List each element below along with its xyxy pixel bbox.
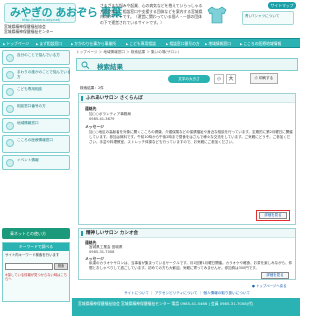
tshirt-info-label: 青いTシャツについて xyxy=(245,14,280,18)
keyword-help-link[interactable]: ※探している情報が見つからない時はこちらへ xyxy=(5,273,69,282)
sidebar: 自分のことで悩んでいる方 まわりの誰かのことで悩んでいる方 こども専用相談 相談… xyxy=(2,50,72,314)
accent-bar xyxy=(81,96,83,101)
result-count: 検索結果：2件 xyxy=(80,86,104,90)
global-nav: トップページ まず相談窓口 かかわり仕事から事業所 こども専用相談 相談窓口番号… xyxy=(0,38,300,48)
footer-links[interactable]: サイトについて ｜ アクセシビリティについて ｜ 個人情報の取り扱いについて xyxy=(78,291,296,296)
nav-item-consult[interactable]: まず相談窓口 xyxy=(36,40,62,47)
site-intro: さまざまな悩みや起業、心の病気などを抱えていらっしゃる方のために、相談窓口や支援… xyxy=(100,3,203,25)
map-icon xyxy=(6,122,14,130)
sidebar-item-label: イベント情報 xyxy=(17,158,39,162)
result-message: 加○○地区の高齢者を対象に開くこころの健康、介護保険などの保健福祉や身近な相談を… xyxy=(89,130,293,144)
usage-guide-banner[interactable]: 青ネットとの使い方 xyxy=(2,228,70,239)
keyword-search-title: キーワードで調べる xyxy=(3,243,69,251)
site-footer: 宮城県精神保健福祉協会 宮城県精神保健福祉センター 電話 0985-41-546… xyxy=(72,298,300,316)
sidebar-item-self[interactable]: 自分のことで悩んでいる方 xyxy=(2,50,70,65)
contact-phone: 0985-41-3679 xyxy=(89,117,115,121)
heart-icon xyxy=(6,139,14,147)
footer-contact: 宮城県精神保健福祉協会 宮城県精神保健福祉センター 電話 0985-41-546… xyxy=(78,301,254,306)
sidebar-item-children[interactable]: こども専用相談 xyxy=(2,84,70,99)
calendar-icon xyxy=(6,159,14,167)
org-names: 宮城県精神保健福祉協会 宮城県精神保健福祉センター xyxy=(4,24,84,34)
logo-url: http://www.a-oxy.net/ xyxy=(22,18,61,22)
page-title-bar: 検索結果 xyxy=(76,58,298,71)
nav-item-children[interactable]: こども専用相談 xyxy=(126,40,156,47)
result-card-header: ふれあいサロン さくらんぼ xyxy=(79,94,295,103)
result-card: 精神しいサロン カシオ会 連絡先 宮城県工業会 宮城県 0985-31-7008… xyxy=(78,228,296,280)
result-name: 精神しいサロン カシオ会 xyxy=(86,231,139,236)
keyword-search-desc: サイト内キーワード検索を行います xyxy=(5,253,60,257)
contact-phone: 0985-31-7008 xyxy=(89,250,115,254)
sidebar-item-number[interactable]: 相談窓口番号の方 xyxy=(2,101,70,116)
search-icon xyxy=(81,61,90,69)
sidebar-item-area[interactable]: 地域情報窓口 xyxy=(2,118,70,133)
sidebar-item-label: 自分のことで悩んでいる方 xyxy=(17,53,60,57)
text-size-label: 文字の大きさ xyxy=(168,75,210,83)
sidebar-item-others[interactable]: まわりの誰かのことで悩んでいる方 xyxy=(2,67,71,82)
org-name-2: 宮城県精神保健福祉センター xyxy=(4,29,54,35)
nav-item-work[interactable]: かかわり仕事から事業所 xyxy=(71,40,116,47)
print-button[interactable]: ⎙ 印刷する xyxy=(250,73,278,84)
sidebar-item-label: 相談窓口番号の方 xyxy=(17,104,46,108)
detail-button[interactable]: 詳細を見る xyxy=(261,272,289,279)
sidebar-item-label: 地域情報窓口 xyxy=(17,121,39,125)
print-label: 印刷する xyxy=(258,76,274,80)
sidebar-item-label: まわりの誰かのことで悩んでいる方 xyxy=(17,70,71,79)
site-header: みやぎの あおぞら 青葉 http://www.a-oxy.net/ 宮城県精神… xyxy=(0,0,300,38)
nav-item-medical[interactable]: こころの医療地域情報 xyxy=(240,40,281,47)
tshirt-info-link[interactable]: 青いTシャツについて xyxy=(242,11,294,25)
page-title: 検索結果 xyxy=(97,63,123,71)
child-icon xyxy=(6,88,14,96)
sitemap-button[interactable]: サイトマップ xyxy=(268,2,296,9)
accent-bar xyxy=(81,231,83,236)
tshirt-icon xyxy=(207,6,227,24)
text-size-small-button[interactable]: 小 xyxy=(214,74,224,84)
detail-button-highlight xyxy=(256,210,290,221)
sidebar-item-events[interactable]: イベント情報 xyxy=(2,155,70,170)
keyword-search-button[interactable]: 検索 xyxy=(54,263,68,270)
keyword-input[interactable] xyxy=(5,263,53,270)
text-size-large-button[interactable]: 大 xyxy=(226,74,236,84)
sidebar-item-medical[interactable]: こころの医療情報窓口 xyxy=(2,135,70,153)
result-card-header: 精神しいサロン カシオ会 xyxy=(79,229,295,238)
keyword-search-box: キーワードで調べる サイト内キーワード検索を行います 検索 ※探している情報が見… xyxy=(2,242,70,302)
printer-icon: ⎙ xyxy=(254,76,258,80)
nav-item-number[interactable]: 相談窓口番号の方 xyxy=(166,40,199,47)
sidebar-item-label: こども専用相談 xyxy=(17,87,43,91)
sidebar-item-label: こころの医療情報窓口 xyxy=(17,138,53,142)
nav-item-top[interactable]: トップページ xyxy=(3,40,29,47)
person-icon xyxy=(6,54,14,62)
result-name: ふれあいサロン さくらんぼ xyxy=(86,96,143,101)
page-top-link[interactable]: ● トップページへ戻る xyxy=(252,283,286,288)
breadcrumb[interactable]: トップページ ＞ 地域情報窓口 ＞ 検索結果 ＞ 集いの場(サロン) xyxy=(76,50,298,55)
people-icon xyxy=(6,71,14,79)
phone-icon xyxy=(6,105,14,113)
result-card: ふれあいサロン さくらんぼ 連絡先 加○○ボランティア事務局 0985-41-3… xyxy=(78,93,296,225)
nav-item-area[interactable]: 地域情報窓口 xyxy=(205,40,231,47)
